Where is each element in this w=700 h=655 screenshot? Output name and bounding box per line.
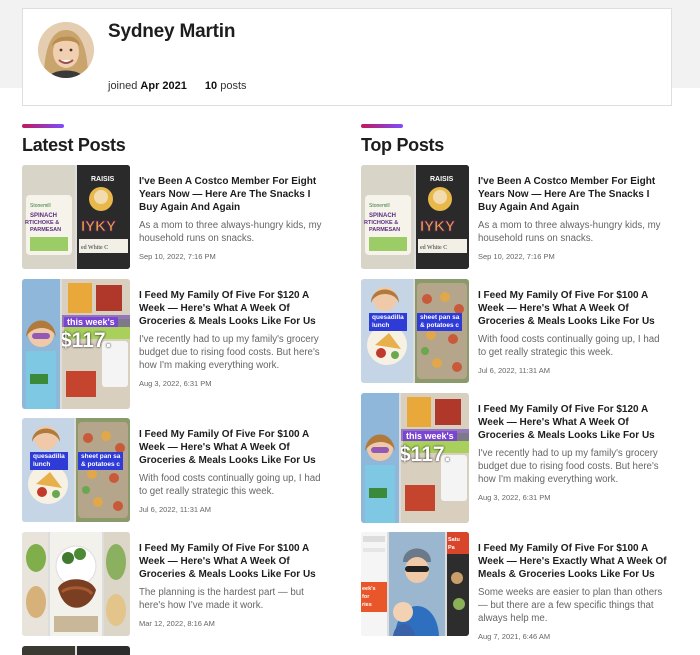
thumb-text: Satu [448,537,460,543]
post-thumbnail[interactable]: this week's $117. [22,279,130,409]
post-date: Aug 7, 2021, 6:46 AM [478,632,551,641]
thumb-text: eek's [362,586,376,592]
thumb-text: SPINACH [369,213,396,219]
post-title[interactable]: I Feed My Family Of Five For $100 A Week… [478,542,668,581]
post-date: Sep 10, 2022, 7:16 PM [139,252,216,261]
thumb-text: RAISIS [91,176,115,183]
thumb-text: PARMESAN [30,227,61,233]
thumb-text: IYKY [81,218,116,235]
thumb-text: IYKY [420,218,455,235]
thumb-text: RTICHOKE & [25,220,59,226]
thumb-label: quesadilla lunch [30,452,68,470]
latest-posts-section: Latest Posts Stonemill SPINACH RTICHOKE … [22,124,334,655]
thumb-label: this week's [403,431,457,441]
thumb-price: $117. [401,443,451,466]
avatar[interactable] [38,22,94,78]
thumb-text: ries [362,602,372,608]
thumb-text: PARMESAN [369,227,400,233]
post-title[interactable]: I've Been A Costco Member For Eight Year… [478,175,668,214]
post-date: Aug 3, 2022, 6:31 PM [478,493,551,502]
thumb-label-line: & potatoes c [81,461,121,468]
thumb-text: for [362,594,370,600]
posts-count: 10 [204,80,218,92]
thumb-label: sheet pan sa & potatoes c [78,452,124,470]
post-excerpt: With food costs continually going up, I … [478,334,660,358]
section-accent-bar [361,124,403,128]
thumb-text: RAISIS [430,176,454,183]
thumb-label-line: quesadilla [372,314,404,321]
profile-name: Sydney Martin [108,21,236,42]
thumb-label: quesadilla lunch [369,313,407,331]
thumb-text: Stonemill [30,203,51,209]
post-thumbnail[interactable]: Stonemill SPINACH RTICHOKE & PARMESAN RA… [361,165,469,269]
post-date: Mar 12, 2022, 8:16 AM [139,619,215,628]
thumb-label-line: lunch [372,322,390,329]
post-title[interactable]: I Feed My Family Of Five For $100 A Week… [139,428,329,467]
profile-card: Sydney Martin joined Apr 2021 10 posts [22,8,672,106]
post-text: I Feed My Family Of Five For $100 A Week… [478,542,668,641]
post-text: I Feed My Family Of Five For $120 A Week… [139,289,329,388]
latest-posts-title: Latest Posts [22,135,126,155]
post-excerpt: With food costs continually going up, I … [139,473,321,497]
post-date: Sep 10, 2022, 7:16 PM [478,252,555,261]
thumb-label: this week's [64,317,118,327]
thumb-text: Stonemill [369,203,390,209]
thumb-label: sheet pan sa & potatoes c [417,313,463,331]
section-accent-bar [22,124,64,128]
post-text: I've Been A Costco Member For Eight Year… [478,175,668,261]
thumb-text: Pa [448,545,456,551]
joined-label: joined [108,80,138,92]
post-title[interactable]: I Feed My Family Of Five For $100 A Week… [139,542,329,581]
post-thumbnail[interactable] [22,532,130,636]
thumb-label-line: sheet pan sa [81,453,121,460]
post-text: I Feed My Family Of Five For $120 A Week… [478,403,668,502]
post-date: Jul 6, 2022, 11:31 AM [139,505,211,514]
post-thumbnail[interactable]: Stonemill SPINACH RTICHOKE & PARMESAN RA… [22,165,130,269]
post-thumbnail[interactable]: this week's $117. [361,393,469,523]
post-thumbnail[interactable]: quesadillalunch sheet pan sa& potatoes [22,418,130,522]
thumb-label-line: quesadilla [33,453,65,460]
joined-value: Apr 2021 [140,80,187,92]
thumb-text: ed White C [420,245,447,251]
post-text: I Feed My Family Of Five For $100 A Week… [139,542,329,628]
top-posts-title: Top Posts [361,135,444,155]
post-text: I Feed My Family Of Five For $100 A Week… [478,289,668,375]
thumb-text: SPINACH [30,213,57,219]
top-posts-section: Top Posts Stonemill SPINACH RTICHOKE & P… [361,124,673,641]
thumb-price: $117. [62,329,112,352]
post-thumbnail[interactable] [22,646,130,655]
thumb-label-line: lunch [33,461,51,468]
post-text: I Feed My Family Of Five For $100 A Week… [139,428,329,514]
post-excerpt: I've recently had to up my family's groc… [139,334,320,371]
post-excerpt: As a mom to three always-hungry kids, my… [139,220,322,244]
post-date: Aug 3, 2022, 6:31 PM [139,379,212,388]
post-excerpt: I've recently had to up my family's groc… [478,448,659,485]
post-excerpt: As a mom to three always-hungry kids, my… [478,220,661,244]
thumb-text: RTICHOKE & [364,220,398,226]
post-title[interactable]: I Feed My Family Of Five For $120 A Week… [139,289,329,328]
post-date: Jul 6, 2022, 11:31 AM [478,366,550,375]
profile-meta: joined Apr 2021 10 posts [108,80,247,92]
post-thumbnail[interactable]: eek's for ries Satu Pa [361,532,469,636]
post-title[interactable]: I've Been A Costco Member For Eight Year… [139,175,329,214]
posts-info: 10 posts [205,80,247,92]
thumb-label-line: sheet pan sa [420,314,460,321]
post-excerpt: Some weeks are easier to plan than other… [478,587,663,624]
thumb-label-line: & potatoes c [420,322,460,329]
post-thumbnail[interactable]: quesadillalunch sheet pan sa& potatoes [361,279,469,383]
joined-info: joined Apr 2021 [108,80,187,92]
thumb-text: ed White C [81,245,108,251]
post-title[interactable]: I Feed My Family Of Five For $120 A Week… [478,403,668,442]
post-excerpt: The planning is the hardest part — but h… [139,587,304,611]
posts-label: posts [220,80,247,92]
post-text: I've Been A Costco Member For Eight Year… [139,175,329,261]
post-title[interactable]: I Feed My Family Of Five For $100 A Week… [478,289,668,328]
